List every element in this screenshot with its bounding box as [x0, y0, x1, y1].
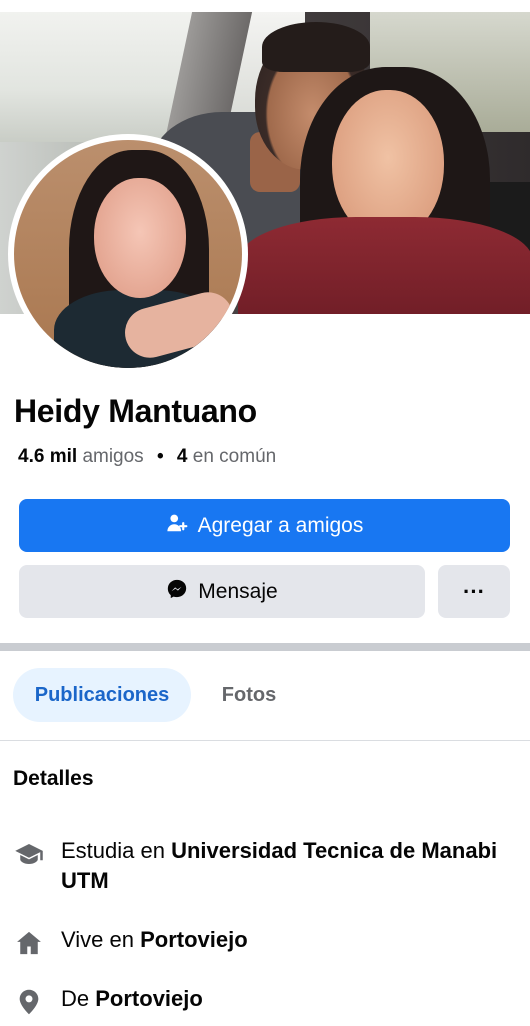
add-friend-label: Agregar a amigos — [197, 513, 364, 537]
tab-fotos[interactable]: Fotos — [206, 668, 292, 722]
mutual-label: en común — [192, 446, 277, 467]
message-label: Mensaje — [198, 579, 278, 603]
add-friend-icon — [166, 512, 188, 540]
message-button[interactable]: Mensaje — [19, 565, 425, 618]
detail-current-city[interactable]: Vive en Portoviejo — [13, 925, 518, 959]
detail-education[interactable]: Estudia en Universidad Tecnica de Manabi… — [13, 836, 518, 896]
more-icon: ··· — [463, 578, 485, 604]
location-pin-icon — [13, 986, 45, 1018]
detail-education-prefix: Estudia en — [61, 838, 165, 863]
separator-dot: • — [156, 446, 164, 467]
add-friend-button[interactable]: Agregar a amigos — [19, 499, 510, 552]
home-icon — [13, 927, 45, 959]
detail-current-city-value[interactable]: Portoviejo — [140, 927, 248, 952]
more-options-button[interactable]: ··· — [438, 565, 510, 618]
messenger-icon — [166, 578, 188, 606]
profile-name: Heidy Mantuano — [14, 393, 257, 429]
detail-hometown-value[interactable]: Portoviejo — [95, 986, 203, 1011]
detail-current-city-prefix: Vive en — [61, 927, 134, 952]
profile-picture[interactable] — [14, 140, 242, 368]
detail-hometown[interactable]: De Portoviejo — [13, 984, 518, 1018]
mutual-count: 4 — [176, 446, 188, 467]
friends-label: amigos — [82, 446, 144, 467]
tab-publicaciones[interactable]: Publicaciones — [13, 668, 191, 722]
details-title: Detalles — [13, 767, 94, 790]
graduation-cap-icon — [13, 838, 45, 870]
detail-hometown-prefix: De — [61, 986, 90, 1011]
friends-count: 4.6 mil — [18, 446, 78, 467]
tabs-divider — [0, 740, 530, 741]
section-divider — [0, 643, 530, 651]
friends-summary[interactable]: 4.6 mil amigos • 4 en común — [18, 446, 276, 468]
